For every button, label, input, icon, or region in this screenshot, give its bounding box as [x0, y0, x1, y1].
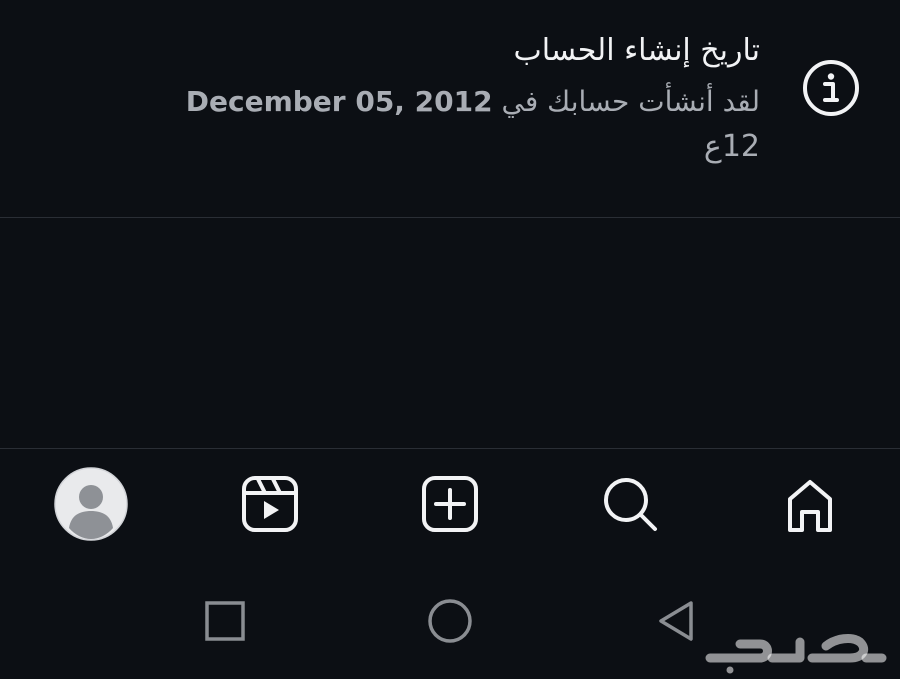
account-created-date: December 05, 2012	[185, 85, 493, 118]
back-triangle-icon	[659, 601, 693, 641]
create-tab[interactable]	[412, 466, 488, 542]
haraj-watermark-logo	[700, 626, 890, 674]
account-created-title: تاريخ إنشاء الحساب	[513, 33, 760, 68]
create-post-icon	[422, 476, 478, 532]
screen: تاريخ إنشاء الحساب لقد أنشأت حسابك في De…	[0, 0, 900, 679]
account-created-description: لقد أنشأت حسابك في December 05, 2012	[186, 82, 760, 122]
search-tab[interactable]	[592, 466, 668, 542]
reels-tab[interactable]	[232, 466, 308, 542]
profile-avatar	[54, 467, 128, 541]
recents-button[interactable]	[200, 596, 250, 646]
home-circle-icon	[428, 599, 472, 643]
search-icon	[604, 478, 657, 531]
home-icon	[788, 480, 832, 532]
reels-icon	[242, 476, 298, 532]
section-divider	[0, 217, 900, 218]
bottom-nav-divider	[0, 448, 900, 449]
account-created-time: 12ع	[703, 129, 760, 164]
home-tab[interactable]	[772, 466, 848, 542]
recents-square-icon	[205, 601, 245, 641]
system-home-button[interactable]	[425, 596, 475, 646]
account-created-prefix: لقد أنشأت حسابك في	[501, 85, 760, 118]
info-icon	[802, 59, 860, 117]
back-button[interactable]	[652, 596, 702, 646]
profile-tab[interactable]	[53, 466, 129, 542]
